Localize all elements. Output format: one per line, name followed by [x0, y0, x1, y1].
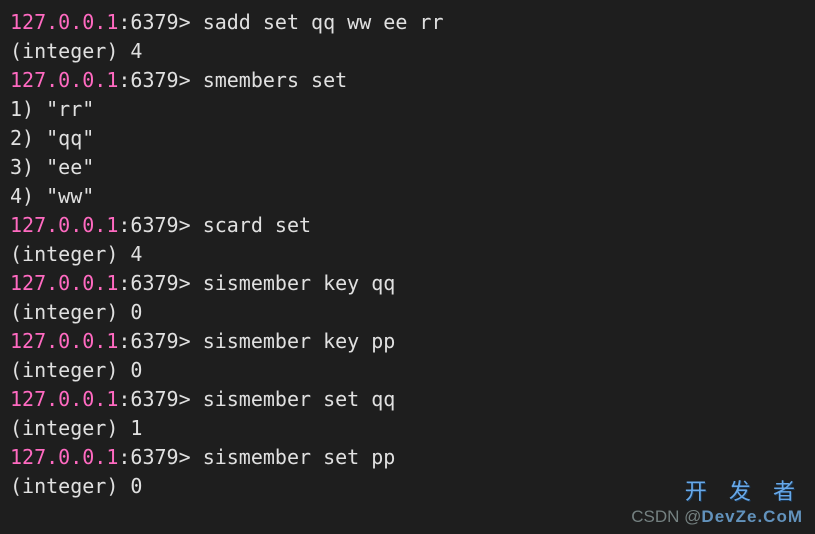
prompt-ip: 127.0.0.1 — [10, 387, 118, 411]
output-line: (integer) 4 — [10, 240, 805, 269]
prompt-sep: : — [118, 213, 130, 237]
output-line: 3) "ee" — [10, 153, 805, 182]
command-text: sismember key qq — [203, 271, 396, 295]
output-text: (integer) 0 — [10, 474, 142, 498]
output-text: (integer) 1 — [10, 416, 142, 440]
prompt-ip: 127.0.0.1 — [10, 68, 118, 92]
watermark-prefix: CSDN @ — [631, 507, 701, 526]
command-line: 127.0.0.1:6379> sismember key qq — [10, 269, 805, 298]
output-line: (integer) 4 — [10, 37, 805, 66]
prompt-suffix: > — [179, 329, 203, 353]
command-line: 127.0.0.1:6379> sadd set qq ww ee rr — [10, 8, 805, 37]
output-text: (integer) 0 — [10, 300, 142, 324]
prompt-port: 6379 — [130, 445, 178, 469]
command-text: smembers set — [203, 68, 348, 92]
output-line: 4) "ww" — [10, 182, 805, 211]
command-text: sismember key pp — [203, 329, 396, 353]
prompt-ip: 127.0.0.1 — [10, 271, 118, 295]
prompt-suffix: > — [179, 213, 203, 237]
prompt-sep: : — [118, 271, 130, 295]
output-line: (integer) 0 — [10, 298, 805, 327]
prompt-suffix: > — [179, 68, 203, 92]
command-line: 127.0.0.1:6379> sismember set pp — [10, 443, 805, 472]
output-text: 2) "qq" — [10, 126, 94, 150]
output-line: 1) "rr" — [10, 95, 805, 124]
command-text: sismember set pp — [203, 445, 396, 469]
prompt-port: 6379 — [130, 213, 178, 237]
prompt-sep: : — [118, 68, 130, 92]
output-line: 2) "qq" — [10, 124, 805, 153]
prompt-suffix: > — [179, 445, 203, 469]
prompt-sep: : — [118, 387, 130, 411]
prompt-port: 6379 — [130, 329, 178, 353]
prompt-sep: : — [118, 445, 130, 469]
prompt-port: 6379 — [130, 10, 178, 34]
prompt-ip: 127.0.0.1 — [10, 445, 118, 469]
command-text: sadd set qq ww ee rr — [203, 10, 444, 34]
output-text: 4) "ww" — [10, 184, 94, 208]
terminal-output: 127.0.0.1:6379> sadd set qq ww ee rr(int… — [10, 8, 805, 501]
watermark-bottom: CSDN @DevZe.CoM — [631, 505, 803, 530]
output-line: (integer) 0 — [10, 472, 805, 501]
prompt-sep: : — [118, 10, 130, 34]
command-text: sismember set qq — [203, 387, 396, 411]
prompt-suffix: > — [179, 271, 203, 295]
prompt-ip: 127.0.0.1 — [10, 213, 118, 237]
command-text: scard set — [203, 213, 311, 237]
output-text: (integer) 4 — [10, 39, 142, 63]
command-line: 127.0.0.1:6379> sismember set qq — [10, 385, 805, 414]
prompt-port: 6379 — [130, 271, 178, 295]
prompt-ip: 127.0.0.1 — [10, 10, 118, 34]
prompt-suffix: > — [179, 387, 203, 411]
output-line: (integer) 0 — [10, 356, 805, 385]
command-line: 127.0.0.1:6379> sismember key pp — [10, 327, 805, 356]
prompt-ip: 127.0.0.1 — [10, 329, 118, 353]
output-text: 1) "rr" — [10, 97, 94, 121]
output-line: (integer) 1 — [10, 414, 805, 443]
prompt-port: 6379 — [130, 387, 178, 411]
prompt-sep: : — [118, 329, 130, 353]
prompt-port: 6379 — [130, 68, 178, 92]
output-text: (integer) 0 — [10, 358, 142, 382]
command-line: 127.0.0.1:6379> smembers set — [10, 66, 805, 95]
prompt-suffix: > — [179, 10, 203, 34]
watermark-brand: DevZe.CoM — [701, 507, 803, 526]
command-line: 127.0.0.1:6379> scard set — [10, 211, 805, 240]
output-text: (integer) 4 — [10, 242, 142, 266]
output-text: 3) "ee" — [10, 155, 94, 179]
